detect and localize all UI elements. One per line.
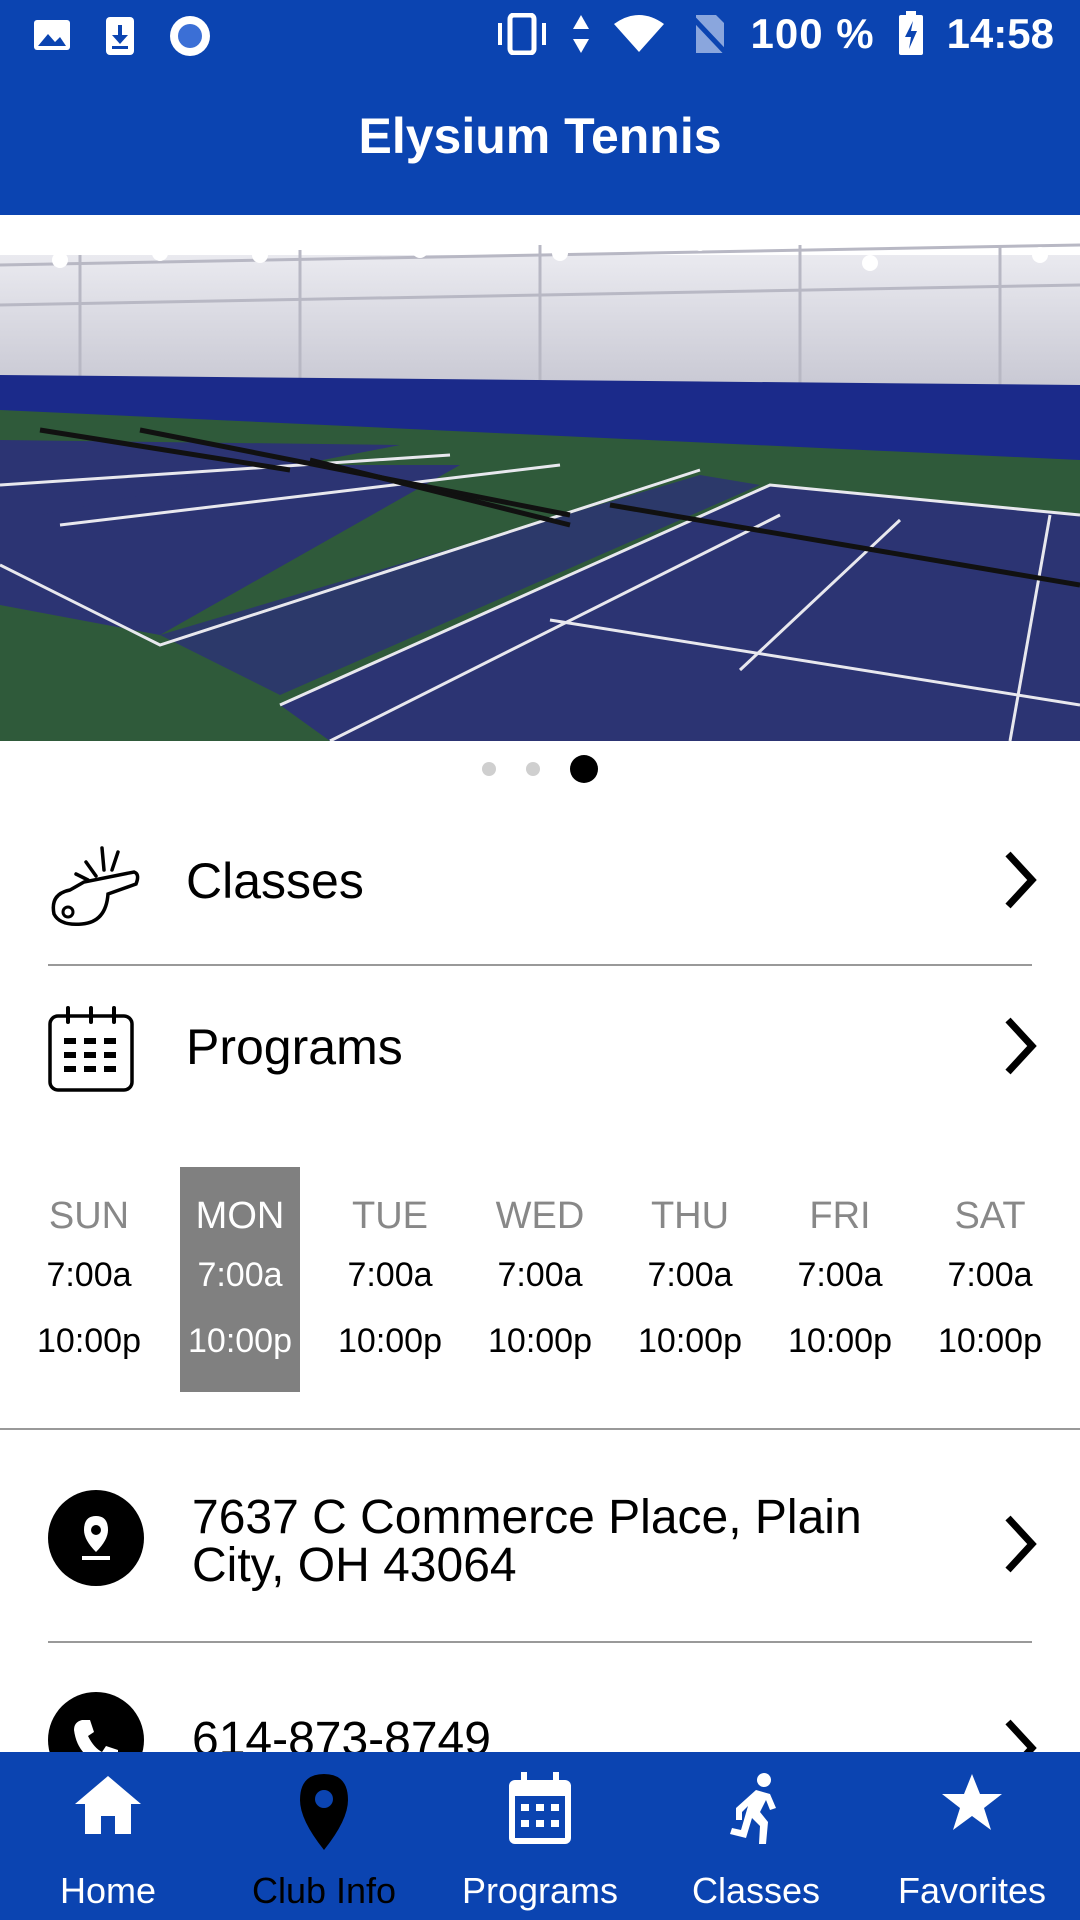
calendar-icon <box>48 1006 134 1092</box>
carousel-dot-1[interactable] <box>482 762 496 776</box>
nav-favorites[interactable]: Favorites <box>864 1752 1080 1920</box>
nav-label: Club Info <box>251 1870 397 1911</box>
open-time: 7:00a <box>497 1256 583 1294</box>
hero-carousel[interactable] <box>0 215 1080 741</box>
nav-label: Programs <box>461 1870 619 1911</box>
tennis-court-photo <box>0 215 1080 741</box>
carousel-dot-2[interactable] <box>526 762 540 776</box>
map-pin-icon <box>300 1774 348 1850</box>
runner-icon <box>730 1773 776 1844</box>
open-time: 7:00a <box>947 1256 1033 1294</box>
wifi-icon <box>614 15 665 52</box>
vibrate-icon <box>498 13 547 55</box>
opening-hours: SUN 7:00a 10:00p MON 7:00a 10:00p TUE 7:… <box>0 1167 1080 1392</box>
hours-day-thu: THU 7:00a 10:00p <box>630 1167 750 1392</box>
carousel-dot-3[interactable] <box>570 755 598 783</box>
hours-day-wed: WED 7:00a 10:00p <box>480 1167 600 1392</box>
nav-classes[interactable]: Classes <box>648 1752 864 1920</box>
close-time: 10:00p <box>788 1322 892 1360</box>
app-bar: Elysium Tennis <box>0 75 1080 215</box>
star-icon <box>942 1774 1002 1830</box>
open-time: 7:00a <box>197 1256 283 1294</box>
location-icon <box>48 1490 144 1586</box>
status-bar: 100 % 14:58 <box>0 0 1080 75</box>
close-time: 10:00p <box>638 1322 742 1360</box>
status-notifications <box>32 14 212 58</box>
day-name: THU <box>650 1195 730 1237</box>
address-text: 7637 C Commerce Place, Plain City, OH 43… <box>192 1491 862 1592</box>
chevron-right-icon <box>1005 1515 1037 1573</box>
status-system: 100 % 14:58 <box>494 10 1054 58</box>
battery-charging-icon <box>898 11 923 55</box>
carousel-indicator[interactable] <box>0 755 1080 783</box>
close-time: 10:00p <box>338 1322 442 1360</box>
menu-item-programs[interactable]: Programs <box>0 966 1080 1131</box>
chevron-right-icon <box>1005 851 1037 909</box>
open-time: 7:00a <box>797 1256 883 1294</box>
address-row[interactable]: 7637 C Commerce Place, Plain City, OH 43… <box>0 1468 1080 1608</box>
day-name: SUN <box>48 1195 130 1237</box>
open-time: 7:00a <box>347 1256 433 1294</box>
close-time: 10:00p <box>37 1322 141 1360</box>
data-arrows-icon <box>573 15 590 53</box>
open-time: 7:00a <box>647 1256 733 1294</box>
close-time: 10:00p <box>488 1322 592 1360</box>
clock: 14:58 <box>946 10 1054 57</box>
menu-item-label: Classes <box>186 853 364 909</box>
download-icon <box>106 17 134 55</box>
close-time: 10:00p <box>188 1322 292 1360</box>
nav-label: Favorites <box>897 1870 1047 1911</box>
hours-day-sat: SAT 7:00a 10:00p <box>930 1167 1050 1392</box>
bottom-navigation: Home Club Info Programs Classes Favorite… <box>0 1752 1080 1920</box>
page-title: Elysium Tennis <box>358 108 722 164</box>
whistle-icon <box>51 846 140 927</box>
nav-programs[interactable]: Programs <box>432 1752 648 1920</box>
image-icon <box>34 20 70 50</box>
day-name: SAT <box>954 1195 1026 1237</box>
hours-day-tue: TUE 7:00a 10:00p <box>330 1167 450 1392</box>
divider <box>48 1641 1032 1643</box>
menu-item-label: Programs <box>186 1019 403 1075</box>
close-time: 10:00p <box>938 1322 1042 1360</box>
nav-label: Home <box>59 1870 157 1911</box>
day-name: WED <box>495 1195 585 1237</box>
divider <box>0 1428 1080 1430</box>
hours-day-sun: SUN 7:00a 10:00p <box>29 1167 149 1392</box>
battery-percent: 100 % <box>750 10 875 57</box>
hours-day-fri: FRI 7:00a 10:00p <box>780 1167 900 1392</box>
home-icon <box>75 1776 141 1834</box>
nav-home[interactable]: Home <box>0 1752 216 1920</box>
day-name: FRI <box>809 1195 871 1237</box>
chevron-right-icon <box>1005 1017 1037 1075</box>
nav-club-info[interactable]: Club Info <box>216 1752 432 1920</box>
menu-item-classes[interactable]: Classes <box>0 800 1080 965</box>
day-name: TUE <box>352 1195 428 1237</box>
record-icon <box>170 16 210 56</box>
open-time: 7:00a <box>46 1256 132 1294</box>
no-sim-icon <box>690 15 729 55</box>
hours-day-mon: MON 7:00a 10:00p <box>180 1167 300 1392</box>
calendar-icon <box>509 1772 571 1844</box>
day-name: MON <box>195 1195 285 1237</box>
nav-label: Classes <box>691 1870 821 1911</box>
